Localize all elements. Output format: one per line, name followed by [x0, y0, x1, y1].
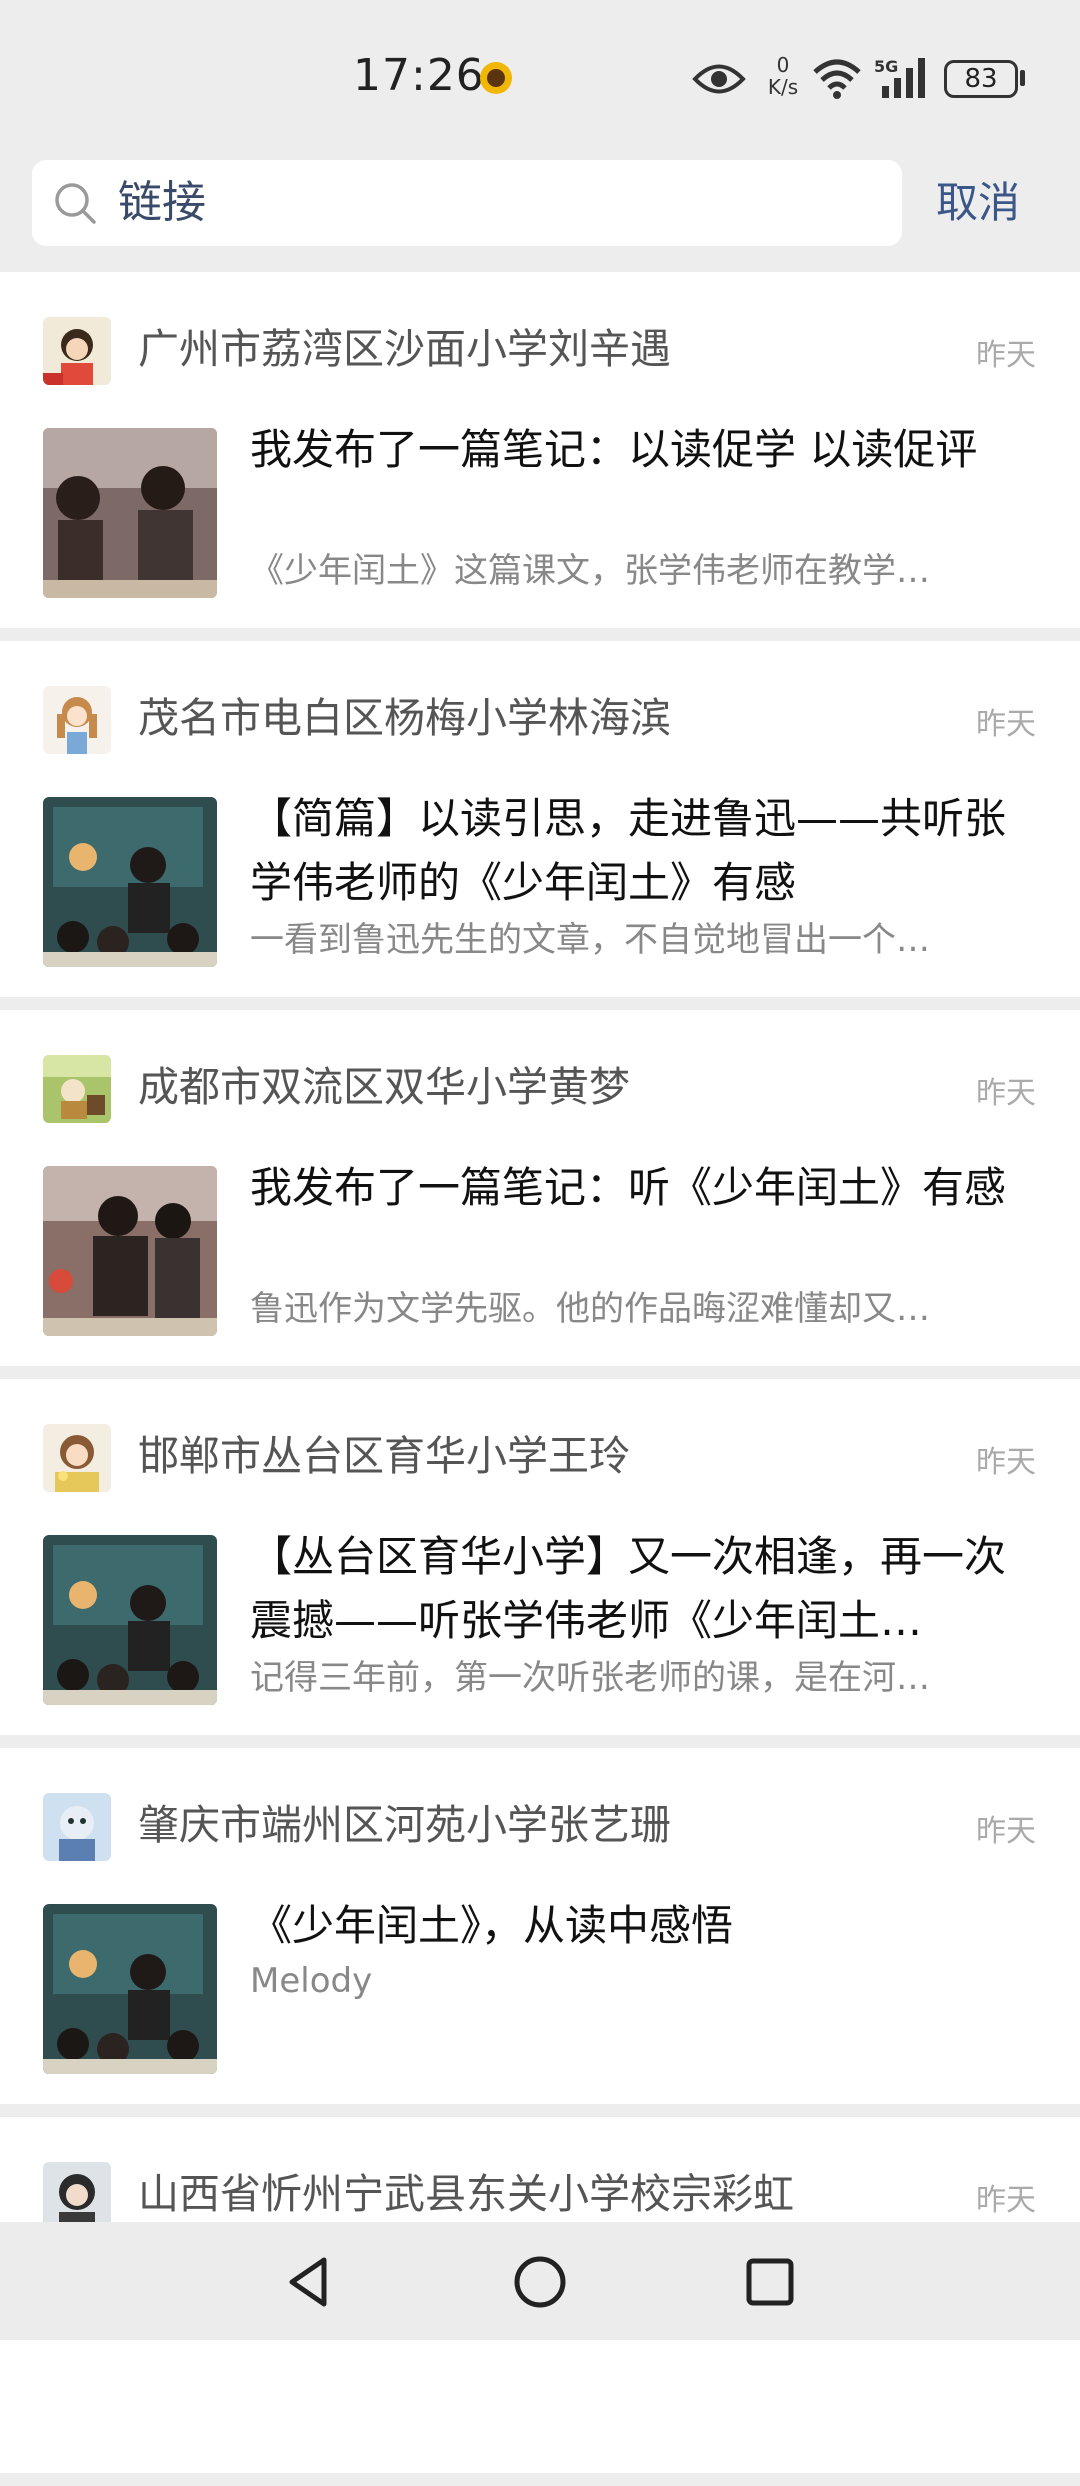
- wifi-icon: [813, 59, 861, 99]
- result-card[interactable]: 肇庆市端州区河苑小学张艺珊 昨天 《少年闰土》，从读中感悟 Melody: [0, 1748, 1080, 2104]
- post-date: 昨天: [976, 338, 1036, 373]
- post-date: 昨天: [976, 2183, 1036, 2218]
- status-time: 17:26: [353, 50, 485, 101]
- search-input[interactable]: 链接: [118, 172, 206, 234]
- network-speed-value: 0: [776, 53, 790, 77]
- post-title[interactable]: 《少年闰土》，从读中感悟: [250, 1894, 1042, 1958]
- network-speed-unit: K/s: [767, 75, 799, 99]
- author-name[interactable]: 广州市荔湾区沙面小学刘辛遇: [138, 318, 671, 380]
- avatar[interactable]: [43, 1424, 111, 1492]
- search-icon: [55, 183, 96, 224]
- post-date: 昨天: [976, 707, 1036, 742]
- post-excerpt: 《少年闰土》这篇课文，张学伟老师在教学…: [250, 551, 930, 591]
- search-bar[interactable]: 链接: [32, 160, 902, 246]
- result-card[interactable]: 广州市荔湾区沙面小学刘辛遇 昨天 我发布了一篇笔记：以读促学 以读促评 《少年闰…: [0, 272, 1080, 628]
- network-type: 5G: [874, 57, 898, 76]
- post-excerpt: 记得三年前，第一次听张老师的课，是在河…: [250, 1658, 930, 1698]
- network-speed: 0 K/s: [760, 54, 806, 98]
- post-thumbnail[interactable]: [43, 428, 217, 598]
- eye-icon: [692, 64, 746, 94]
- cancel-button[interactable]: 取消: [936, 174, 1020, 232]
- author-name[interactable]: 肇庆市端州区河苑小学张艺珊: [138, 1794, 671, 1856]
- post-thumbnail[interactable]: [43, 1166, 217, 1336]
- post-date: 昨天: [976, 1076, 1036, 1111]
- post-excerpt: Melody: [250, 1961, 373, 2001]
- post-thumbnail[interactable]: [43, 797, 217, 967]
- post-title[interactable]: 我发布了一篇笔记：以读促学 以读促评: [250, 418, 1042, 482]
- status-bar: 17:26 0 K/s 5G 83: [0, 0, 1080, 150]
- battery-cap: [1020, 70, 1025, 86]
- search-results-list: 广州市荔湾区沙面小学刘辛遇 昨天 我发布了一篇笔记：以读促学 以读促评 《少年闰…: [0, 272, 1080, 2486]
- post-title[interactable]: 【简篇】以读引思，走进鲁迅——共听张学伟老师的《少年闰土》有感: [250, 787, 1042, 915]
- post-thumbnail[interactable]: [43, 1904, 217, 2074]
- avatar[interactable]: [43, 686, 111, 754]
- sunflower-icon: [480, 62, 512, 94]
- avatar[interactable]: [43, 317, 111, 385]
- post-title[interactable]: 【丛台区育华小学】又一次相逢，再一次震撼——听张学伟老师《少年闰土…: [250, 1525, 1042, 1653]
- battery-indicator: 83: [944, 60, 1018, 98]
- author-name[interactable]: 邯郸市丛台区育华小学王玲: [138, 1425, 630, 1487]
- system-navigation-bar: [0, 2222, 1080, 2340]
- post-excerpt: 一看到鲁迅先生的文章，不自觉地冒出一个…: [250, 920, 930, 960]
- back-icon[interactable]: [278, 2250, 342, 2314]
- avatar[interactable]: [43, 1793, 111, 1861]
- author-name[interactable]: 茂名市电白区杨梅小学林海滨: [138, 687, 671, 749]
- post-excerpt: 鲁迅作为文学先驱。他的作品晦涩难懂却又…: [250, 1289, 930, 1329]
- avatar[interactable]: [43, 2162, 111, 2230]
- home-icon[interactable]: [508, 2250, 572, 2314]
- post-title[interactable]: 我发布了一篇笔记：听《少年闰土》有感: [250, 1156, 1042, 1220]
- result-card[interactable]: 邯郸市丛台区育华小学王玲 昨天 【丛台区育华小学】又一次相逢，再一次震撼——听张…: [0, 1379, 1080, 1735]
- result-card[interactable]: 成都市双流区双华小学黄梦 昨天 我发布了一篇笔记：听《少年闰土》有感 鲁迅作为文…: [0, 1010, 1080, 1366]
- recents-icon[interactable]: [738, 2250, 802, 2314]
- avatar[interactable]: [43, 1055, 111, 1123]
- post-date: 昨天: [976, 1814, 1036, 1849]
- author-name[interactable]: 成都市双流区双华小学黄梦: [138, 1056, 630, 1118]
- post-thumbnail[interactable]: [43, 1535, 217, 1705]
- result-card[interactable]: 茂名市电白区杨梅小学林海滨 昨天 【简篇】以读引思，走进鲁迅——共听张学伟老师的…: [0, 641, 1080, 997]
- author-name[interactable]: 山西省忻州宁武县东关小学校宗彩虹: [138, 2163, 794, 2225]
- post-date: 昨天: [976, 1445, 1036, 1480]
- signal-icon: 5G: [874, 57, 925, 98]
